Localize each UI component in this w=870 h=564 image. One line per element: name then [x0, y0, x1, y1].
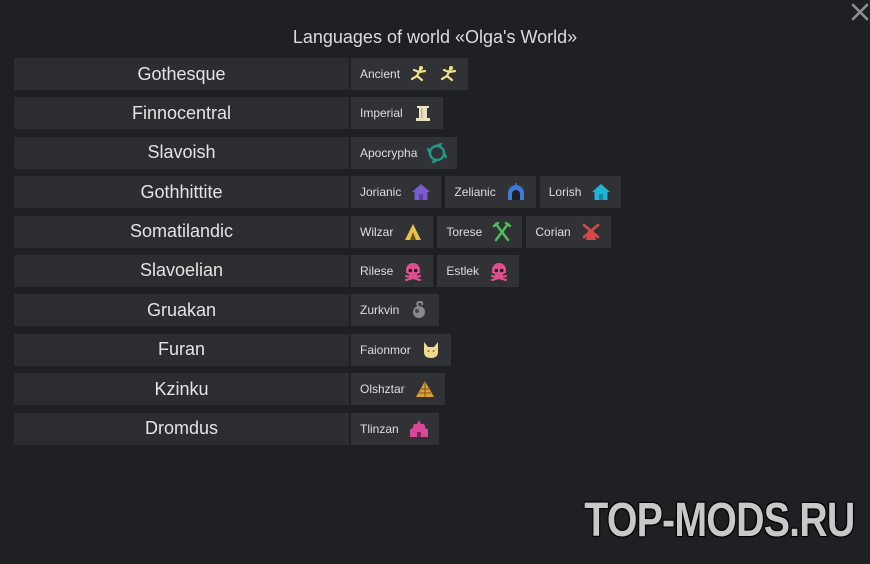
- page-title: Languages of world «Olga's World»: [292, 27, 578, 47]
- language-family-row: Gothesque Ancient: [14, 58, 854, 90]
- language-name: Jorianic: [360, 185, 402, 200]
- language-chip[interactable]: Tlinzan: [351, 412, 439, 445]
- language-name: Zelianic: [454, 185, 496, 200]
- language-family-row: Somatilandic Wilzar Torese Corian: [14, 215, 854, 248]
- language-chip[interactable]: Corian: [526, 215, 611, 248]
- family-name: Gothesque: [14, 58, 349, 90]
- skull-icon: [489, 261, 509, 281]
- skull-icon: [403, 261, 423, 281]
- language-chip[interactable]: Olshztar: [351, 373, 445, 406]
- family-name: Furan: [14, 333, 349, 366]
- pyramid-icon: [415, 379, 435, 399]
- house-icon: [411, 182, 431, 202]
- language-family-row: Dromdus Tlinzan: [14, 412, 854, 445]
- language-family-row: Furan Faionmor: [14, 333, 854, 366]
- language-chip[interactable]: Faionmor: [351, 333, 451, 366]
- language-chip[interactable]: Ancient: [351, 58, 469, 90]
- family-name: Somatilandic: [14, 215, 349, 248]
- pillar-icon: [413, 103, 433, 123]
- family-name: Slavoish: [14, 136, 349, 169]
- bomb-icon: [409, 300, 429, 320]
- language-list: Imperial: [351, 97, 447, 130]
- language-name: Corian: [535, 224, 571, 239]
- tent-icon: [403, 222, 423, 242]
- language-name: Tlinzan: [360, 421, 399, 436]
- language-chip[interactable]: Zelianic: [445, 176, 536, 209]
- house-icon: [591, 182, 611, 202]
- language-family-row: Finnocentral Imperial: [14, 97, 854, 130]
- language-name: Lorish: [548, 185, 582, 200]
- language-name: Wilzar: [360, 224, 394, 239]
- family-name: Gothhittite: [14, 176, 349, 209]
- language-chip[interactable]: Estlek: [437, 254, 520, 287]
- language-family-row: Gothhittite Jorianic Zelianic Lorish: [14, 176, 854, 209]
- language-family-row: Slavoelian Rilese Estlek: [14, 254, 854, 287]
- language-chip[interactable]: Torese: [437, 215, 523, 248]
- language-list: Olshztar: [351, 373, 449, 406]
- language-list: Wilzar Torese Corian: [351, 215, 615, 248]
- language-family-list: Gothesque Ancient Finnocentral Imperial Sla…: [14, 58, 854, 452]
- language-name: Olshztar: [360, 382, 405, 397]
- language-chip[interactable]: Lorish: [539, 176, 622, 209]
- windmill-icon: [581, 222, 601, 242]
- language-chip[interactable]: Jorianic: [351, 176, 442, 209]
- language-list: Apocrypha: [351, 136, 461, 169]
- language-chip[interactable]: Rilese: [351, 254, 434, 287]
- language-name: Ancient: [360, 67, 401, 81]
- language-list: Tlinzan: [351, 412, 443, 445]
- language-family-row: Kzinku Olshztar: [14, 373, 854, 406]
- language-list: Jorianic Zelianic Lorish: [351, 176, 625, 209]
- language-list: Rilese Estlek: [351, 254, 523, 287]
- language-name: Zurkvin: [360, 303, 400, 318]
- language-list: Faionmor: [351, 333, 455, 366]
- language-chip[interactable]: Imperial: [351, 97, 443, 130]
- watermark: TOP-MODS.RU: [583, 494, 855, 547]
- language-list: Ancient: [351, 58, 472, 90]
- language-chip[interactable]: Apocrypha: [351, 136, 458, 169]
- swirl-icon: [427, 142, 448, 163]
- language-family-row: Slavoish Apocrypha: [14, 136, 854, 169]
- language-name: Torese: [446, 224, 483, 239]
- dome-icon: [506, 182, 526, 202]
- temple-icon: [409, 419, 429, 439]
- tools-icon: [492, 221, 512, 242]
- family-name: Gruakan: [14, 294, 349, 327]
- language-list: Zurkvin: [351, 294, 443, 327]
- family-name: Finnocentral: [14, 97, 349, 130]
- cat-icon: [421, 340, 441, 360]
- dancers-icon: [410, 64, 458, 84]
- language-chip[interactable]: Zurkvin: [351, 294, 440, 327]
- language-chip[interactable]: Wilzar: [351, 215, 434, 248]
- family-name: Slavoelian: [14, 254, 349, 287]
- close-icon: [851, 3, 869, 21]
- family-name: Kzinku: [14, 373, 349, 406]
- language-family-row: Gruakan Zurkvin: [14, 294, 854, 327]
- family-name: Dromdus: [14, 412, 349, 445]
- language-name: Estlek: [446, 263, 480, 278]
- close-button[interactable]: [850, 2, 870, 22]
- language-name: Rilese: [360, 263, 394, 278]
- language-name: Apocrypha: [360, 145, 418, 160]
- language-name: Imperial: [360, 106, 403, 121]
- language-name: Faionmor: [360, 342, 411, 357]
